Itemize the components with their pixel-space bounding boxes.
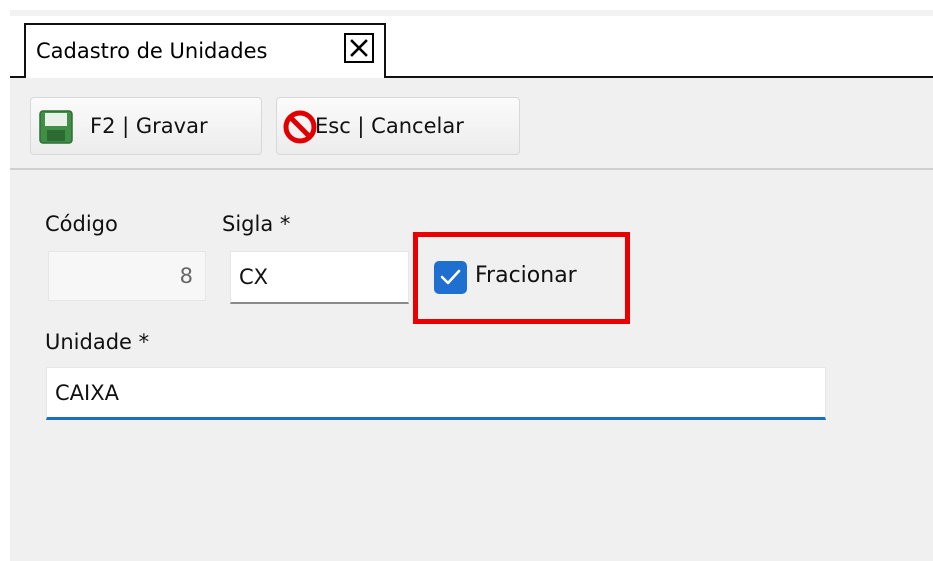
unidade-field[interactable]	[46, 367, 826, 420]
sigla-field[interactable]	[230, 251, 409, 304]
checkbox-checked-icon[interactable]	[434, 261, 467, 294]
sigla-label: Sigla *	[222, 212, 291, 236]
floppy-disk-icon	[39, 110, 73, 148]
codigo-field	[48, 251, 206, 301]
form-panel: Código Sigla * Fracionar Unidade *	[10, 170, 933, 561]
app-window: Cadastro de Unidades F2 | Gravar Esc | C…	[0, 0, 933, 561]
toolbar: F2 | Gravar Esc | Cancelar	[10, 78, 933, 170]
fracionar-label: Fracionar	[475, 263, 577, 288]
save-button[interactable]: F2 | Gravar	[30, 97, 262, 155]
codigo-label: Código	[45, 212, 118, 236]
no-entry-icon	[282, 109, 318, 149]
tab-strip: Cadastro de Unidades	[0, 0, 933, 78]
tab-strip-top-border	[10, 10, 933, 16]
cancel-button[interactable]: Esc | Cancelar	[276, 97, 520, 155]
save-button-label: F2 | Gravar	[90, 114, 208, 138]
cancel-button-label: Esc | Cancelar	[315, 114, 464, 138]
unidade-label: Unidade *	[45, 330, 150, 354]
close-icon[interactable]	[344, 33, 374, 63]
tab-cadastro-de-unidades[interactable]: Cadastro de Unidades	[24, 23, 386, 78]
tab-label: Cadastro de Unidades	[36, 39, 268, 63]
